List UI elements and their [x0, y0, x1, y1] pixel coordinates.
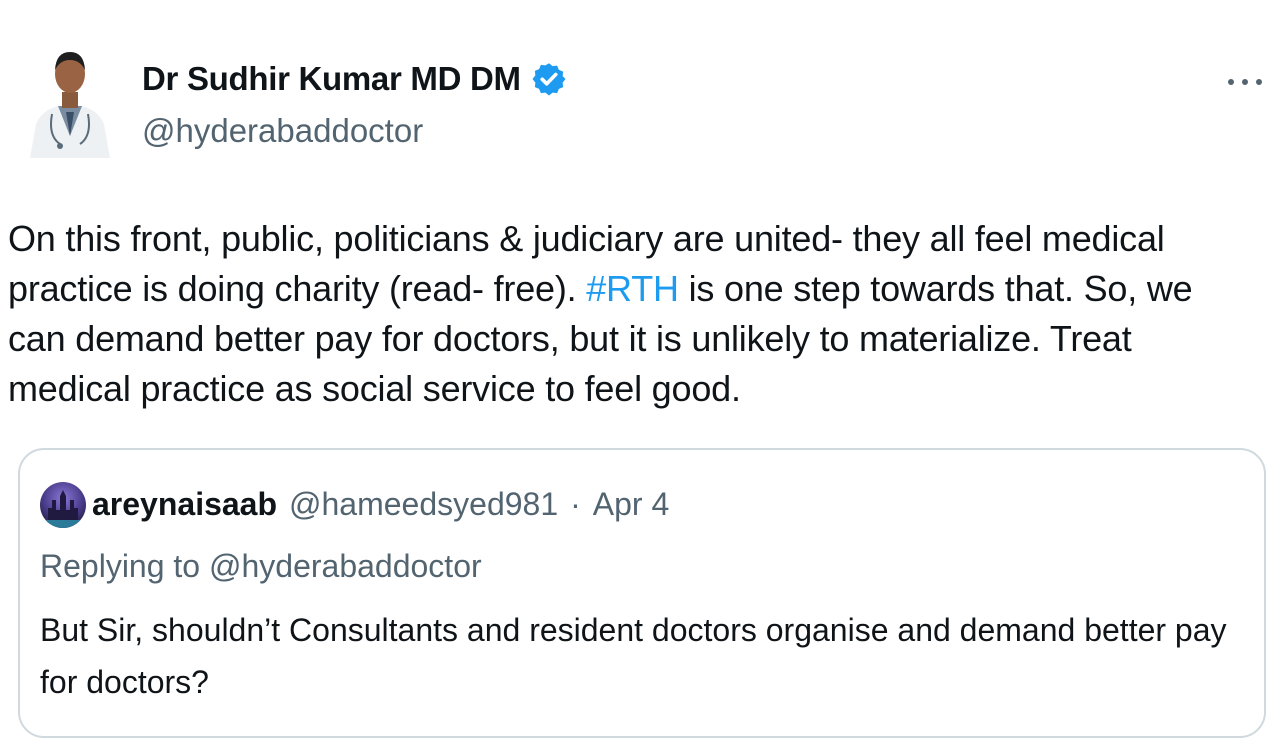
- header-separator: ·: [570, 486, 581, 522]
- more-dot: [1228, 79, 1234, 85]
- quoted-author-avatar[interactable]: [40, 482, 86, 528]
- hashtag-link[interactable]: #RTH: [586, 268, 679, 309]
- quoted-header: areynaisaab @hameedsyed981 · Apr 4: [92, 486, 669, 523]
- verified-badge-icon[interactable]: [531, 61, 567, 97]
- tweet-card: Dr Sudhir Kumar MD DM @hyderabaddoctor O…: [0, 0, 1280, 750]
- quoted-tweet[interactable]: areynaisaab @hameedsyed981 · Apr 4 Reply…: [18, 448, 1266, 738]
- replying-to: Replying to @hyderabaddoctor: [40, 548, 482, 585]
- tweet-text: On this front, public, politicians & jud…: [8, 214, 1258, 414]
- author-avatar[interactable]: [22, 40, 118, 158]
- quoted-author-name[interactable]: areynaisaab: [92, 486, 277, 523]
- quoted-tweet-text: But Sir, shouldn’t Consultants and resid…: [40, 612, 1227, 700]
- quoted-author-handle[interactable]: @hameedsyed981: [289, 486, 558, 523]
- more-options-icon[interactable]: [1224, 62, 1266, 102]
- author-handle[interactable]: @hyderabaddoctor: [142, 112, 423, 150]
- replying-to-handle[interactable]: @hyderabaddoctor: [209, 548, 482, 584]
- quoted-date[interactable]: Apr 4: [593, 486, 669, 523]
- author-name-row: Dr Sudhir Kumar MD DM: [142, 60, 567, 98]
- more-dot: [1242, 79, 1248, 85]
- replying-to-label: Replying to: [40, 548, 201, 584]
- more-dot: [1256, 79, 1262, 85]
- author-display-name[interactable]: Dr Sudhir Kumar MD DM: [142, 60, 521, 98]
